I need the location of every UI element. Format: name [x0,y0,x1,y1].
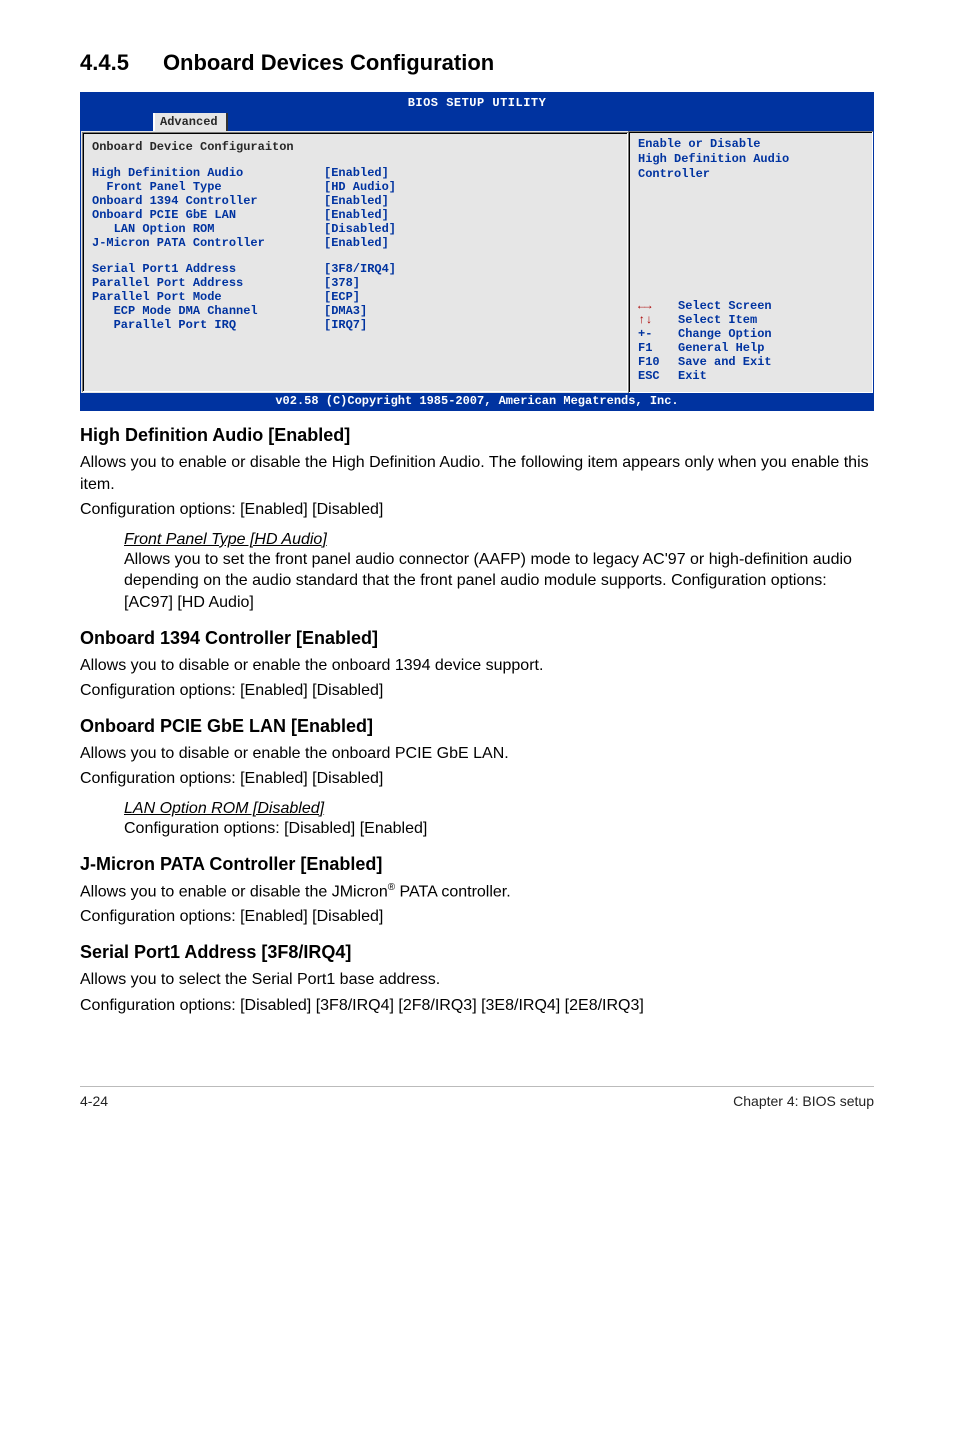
paragraph: Configuration options: [Disabled] [Enabl… [124,818,874,840]
bios-value: [IRQ7] [324,318,367,332]
bios-tab-advanced[interactable]: Advanced [155,113,226,131]
bios-setting-row[interactable]: Onboard PCIE GbE LAN [Enabled] [92,208,618,222]
bios-value: [Disabled] [324,222,396,236]
bios-nav-legend: ←→ Select Screen ↑↓ Select Item +- Chang… [638,299,863,383]
bios-value: [ECP] [324,290,360,304]
bios-nav-text: Change Option [678,327,772,341]
bios-setting-row[interactable]: Parallel Port IRQ [IRQ7] [92,318,618,332]
bios-value: [378] [324,276,360,290]
paragraph: Allows you to enable or disable the High… [80,452,874,495]
subheading-lan-option-rom: LAN Option ROM [Disabled] [124,800,874,818]
bios-setting-row[interactable]: Parallel Port Address [378] [92,276,618,290]
bios-nav-key: +- [638,327,678,341]
bios-help-line: Controller [638,167,863,182]
bios-help-line: High Definition Audio [638,152,863,167]
paragraph: Allows you to select the Serial Port1 ba… [80,969,874,991]
bios-value: [3F8/IRQ4] [324,262,396,276]
bios-setting-row[interactable]: High Definition Audio [Enabled] [92,166,618,180]
bios-setting-row[interactable]: Parallel Port Mode [ECP] [92,290,618,304]
heading-serial-port: Serial Port1 Address [3F8/IRQ4] [80,942,874,963]
bios-label: Onboard PCIE GbE LAN [92,208,324,222]
bios-nav-key: F10 [638,355,678,369]
bios-value: [Enabled] [324,208,389,222]
bios-label: High Definition Audio [92,166,324,180]
paragraph: Configuration options: [Enabled] [Disabl… [80,499,874,521]
bios-label: LAN Option ROM [92,222,324,236]
bios-value: [Enabled] [324,166,389,180]
bios-label: Parallel Port IRQ [92,318,324,332]
bios-nav-text: General Help [678,341,764,355]
bios-setting-row[interactable]: ECP Mode DMA Channel [DMA3] [92,304,618,318]
paragraph: Allows you to disable or enable the onbo… [80,655,874,677]
heading-1394: Onboard 1394 Controller [Enabled] [80,628,874,649]
bios-header: BIOS SETUP UTILITY Advanced [81,93,873,131]
bios-value: [DMA3] [324,304,367,318]
bios-help-text: Enable or Disable High Definition Audio … [638,137,863,182]
bios-nav-row: ↑↓ Select Item [638,313,863,327]
arrow-left-right-icon: ←→ [638,299,678,313]
bios-nav-row: F10 Save and Exit [638,355,863,369]
bios-nav-key: ESC [638,369,678,383]
paragraph: Allows you to set the front panel audio … [124,549,874,614]
bios-right-panel: Enable or Disable High Definition Audio … [628,131,873,393]
paragraph: Allows you to disable or enable the onbo… [80,743,874,765]
bios-help-line: Enable or Disable [638,137,863,152]
paragraph: Configuration options: [Enabled] [Disabl… [80,906,874,928]
heading-pcie: Onboard PCIE GbE LAN [Enabled] [80,716,874,737]
section-title: Onboard Devices Configuration [163,50,494,76]
bios-nav-text: Select Item [678,313,757,327]
text-span: Allows you to enable or disable the JMic… [80,883,388,900]
paragraph: Configuration options: [Enabled] [Disabl… [80,768,874,790]
bios-label: Parallel Port Address [92,276,324,290]
bios-label: Onboard 1394 Controller [92,194,324,208]
bios-nav-row: ESC Exit [638,369,863,383]
bios-nav-row: ←→ Select Screen [638,299,863,313]
page-number: 4-24 [80,1093,108,1109]
bios-value: [HD Audio] [324,180,396,194]
section-number: 4.4.5 [80,50,129,76]
bios-label: Front Panel Type [92,180,324,194]
heading-hd-audio: High Definition Audio [Enabled] [80,425,874,446]
chapter-title: Chapter 4: BIOS setup [733,1093,874,1109]
bios-label: J-Micron PATA Controller [92,236,324,250]
bios-nav-text: Exit [678,369,707,383]
bios-left-panel: Onboard Device Configuraiton High Defini… [81,131,628,393]
paragraph: Configuration options: [Enabled] [Disabl… [80,680,874,702]
bios-nav-text: Select Screen [678,299,772,313]
arrow-up-down-icon: ↑↓ [638,313,678,327]
bios-label: Serial Port1 Address [92,262,324,276]
registered-symbol: ® [388,882,395,893]
paragraph: Configuration options: [Disabled] [3F8/I… [80,995,874,1017]
bios-nav-key: F1 [638,341,678,355]
bios-setting-row[interactable]: J-Micron PATA Controller [Enabled] [92,236,618,250]
bios-setting-row[interactable]: Front Panel Type [HD Audio] [92,180,618,194]
bios-nav-row: F1 General Help [638,341,863,355]
bios-nav-row: +- Change Option [638,327,863,341]
bios-setting-row[interactable]: LAN Option ROM [Disabled] [92,222,618,236]
bios-panel-title: Onboard Device Configuraiton [92,138,618,166]
bios-screenshot: BIOS SETUP UTILITY Advanced Onboard Devi… [80,92,874,411]
bios-setting-row[interactable]: Serial Port1 Address [3F8/IRQ4] [92,262,618,276]
bios-label: Parallel Port Mode [92,290,324,304]
bios-value: [Enabled] [324,194,389,208]
heading-jmicron: J-Micron PATA Controller [Enabled] [80,854,874,875]
text-span: PATA controller. [395,883,511,900]
bios-setting-row[interactable]: Onboard 1394 Controller [Enabled] [92,194,618,208]
bios-label: ECP Mode DMA Channel [92,304,324,318]
bios-copyright: v02.58 (C)Copyright 1985-2007, American … [81,393,873,410]
bios-value: [Enabled] [324,236,389,250]
subheading-front-panel: Front Panel Type [HD Audio] [124,531,874,549]
paragraph: Allows you to enable or disable the JMic… [80,881,874,903]
bios-utility-title: BIOS SETUP UTILITY [81,93,873,110]
bios-nav-text: Save and Exit [678,355,772,369]
